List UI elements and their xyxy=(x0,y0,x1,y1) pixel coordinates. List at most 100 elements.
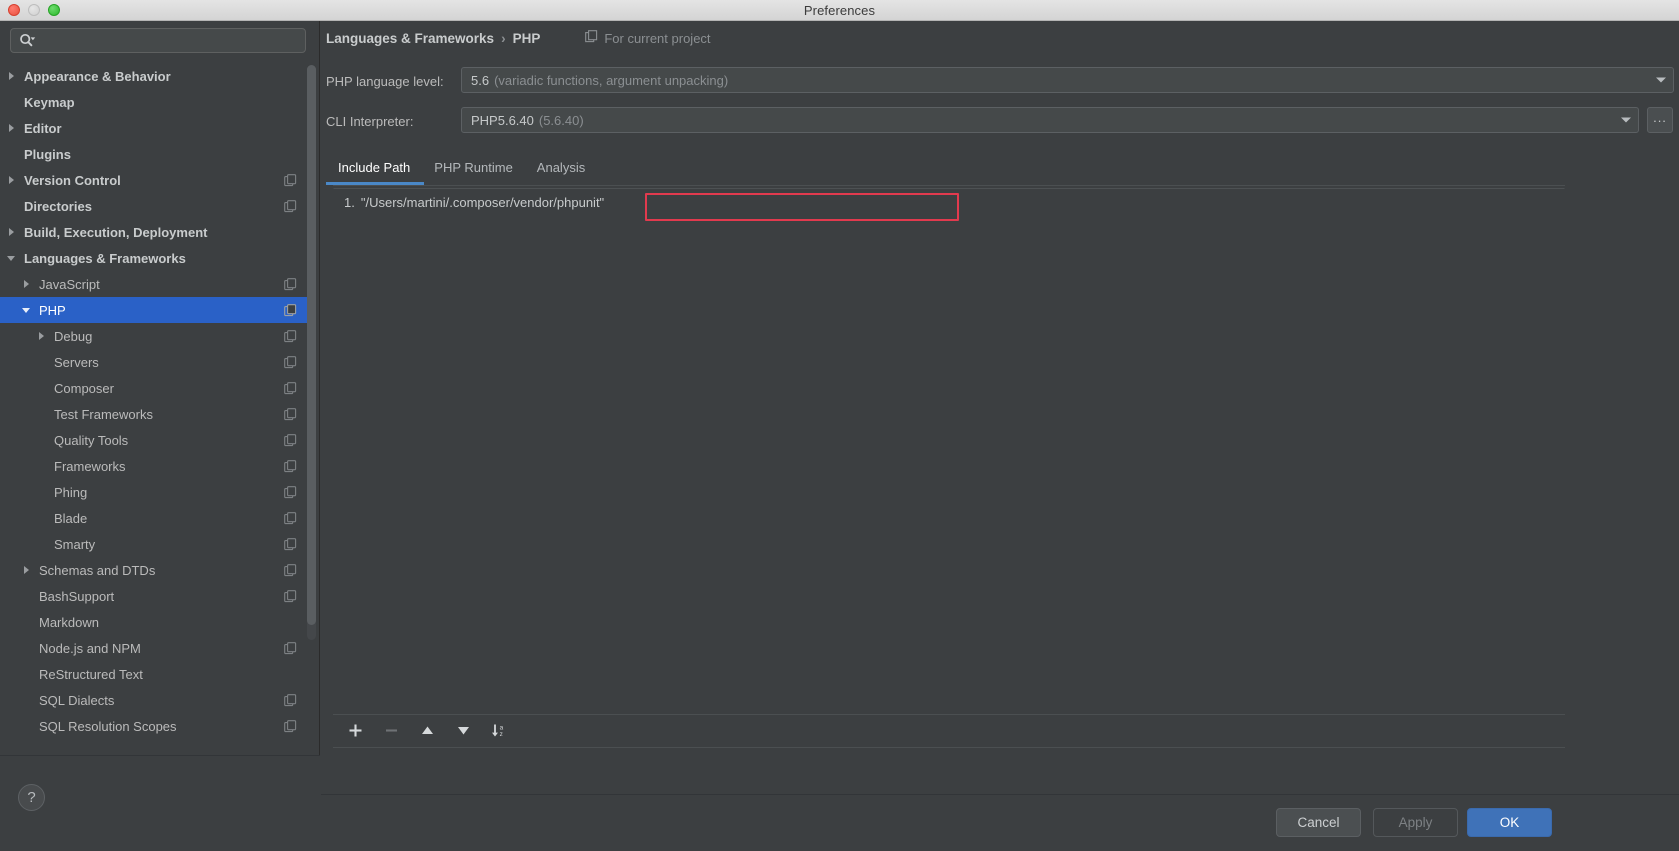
breadcrumb-separator: › xyxy=(501,30,506,46)
sidebar-item-label: Schemas and DTDs xyxy=(39,562,156,578)
breadcrumb-root[interactable]: Languages & Frameworks xyxy=(326,31,494,46)
sidebar-item-javascript[interactable]: JavaScript xyxy=(0,271,311,297)
project-scope-icon xyxy=(284,381,297,395)
move-up-button[interactable] xyxy=(418,721,437,740)
chevron-right-icon[interactable] xyxy=(4,176,18,184)
tab-strip[interactable]: Include Path PHP Runtime Analysis xyxy=(326,153,597,184)
sidebar-scrollbar-thumb[interactable] xyxy=(307,65,316,625)
sidebar-item-markdown[interactable]: Markdown xyxy=(0,609,311,635)
chevron-right-icon[interactable] xyxy=(4,124,18,132)
sidebar-item-test-frameworks[interactable]: Test Frameworks xyxy=(0,401,311,427)
tab-analysis[interactable]: Analysis xyxy=(525,153,597,182)
sidebar-item-label: PHP xyxy=(39,302,66,318)
sidebar-item-schemas-and-dtds[interactable]: Schemas and DTDs xyxy=(0,557,311,583)
project-scope-icon xyxy=(284,589,297,603)
sidebar-item-label: Blade xyxy=(54,510,88,526)
remove-button[interactable] xyxy=(382,721,401,740)
arrow-down-icon xyxy=(458,727,469,735)
sidebar-item-label: Directories xyxy=(24,198,92,214)
chevron-right-icon[interactable] xyxy=(19,566,33,574)
sidebar-item-blade[interactable]: Blade xyxy=(0,505,311,531)
project-scope-icon xyxy=(284,459,297,473)
cli-interpreter-combobox[interactable]: PHP5.6.40 (5.6.40) xyxy=(461,107,1639,133)
sidebar-item-php[interactable]: PHP xyxy=(0,297,311,323)
sidebar-item-bashsupport[interactable]: BashSupport xyxy=(0,583,311,609)
search-input[interactable] xyxy=(36,33,305,48)
ok-button[interactable]: OK xyxy=(1467,808,1552,837)
help-button[interactable]: ? xyxy=(18,784,45,811)
twisty-glyph xyxy=(23,280,29,288)
arrow-up-icon xyxy=(422,726,433,734)
sidebar-item-appearance-behavior[interactable]: Appearance & Behavior xyxy=(0,63,311,89)
sidebar-item-plugins[interactable]: Plugins xyxy=(0,141,311,167)
cli-interpreter-label: CLI Interpreter: xyxy=(326,113,414,129)
tab-panel-divider xyxy=(333,185,1565,186)
sidebar-item-label: Node.js and NPM xyxy=(39,640,141,656)
sidebar-item-languages-frameworks[interactable]: Languages & Frameworks xyxy=(0,245,311,271)
project-scope-icon xyxy=(284,407,297,421)
move-down-button[interactable] xyxy=(454,721,473,740)
sidebar-item-label: Keymap xyxy=(24,94,75,110)
chevron-down-icon[interactable] xyxy=(1656,77,1666,83)
sidebar-item-sql-dialects[interactable]: SQL Dialects xyxy=(0,687,311,713)
sort-button[interactable]: az xyxy=(490,721,509,740)
settings-tree[interactable]: Appearance & Behavior Keymap Editor Plugins… xyxy=(0,63,311,755)
include-path-list[interactable]: 1. "/Users/martini/.composer/vendor/phpun… xyxy=(333,188,1565,715)
sidebar-item-sql-resolution-scopes[interactable]: SQL Resolution Scopes xyxy=(0,713,311,739)
project-scope-icon xyxy=(284,199,297,213)
sidebar-item-servers[interactable]: Servers xyxy=(0,349,311,375)
sidebar-item-restructured-text[interactable]: ReStructured Text xyxy=(0,661,311,687)
chevron-right-icon[interactable] xyxy=(4,228,18,236)
chevron-right-icon[interactable] xyxy=(4,72,18,80)
sidebar-item-phing[interactable]: Phing xyxy=(0,479,311,505)
project-scope-icon xyxy=(284,563,297,577)
sidebar-item-label: Phing xyxy=(54,484,88,500)
sidebar-item-node-js-and-npm[interactable]: Node.js and NPM xyxy=(0,635,311,661)
twisty-glyph xyxy=(8,72,14,80)
chevron-down-icon[interactable] xyxy=(1621,117,1631,123)
sidebar-item-label: Languages & Frameworks xyxy=(24,250,186,266)
chevron-down-icon[interactable] xyxy=(19,307,33,313)
sidebar-item-keymap[interactable]: Keymap xyxy=(0,89,311,115)
toolbar-bottom-divider xyxy=(333,747,1565,748)
svg-text:z: z xyxy=(500,731,503,738)
tab-php-runtime[interactable]: PHP Runtime xyxy=(422,153,525,182)
sidebar-item-debug[interactable]: Debug xyxy=(0,323,311,349)
cli-interpreter-browse-button[interactable]: ... xyxy=(1647,107,1673,133)
tab-label: PHP Runtime xyxy=(434,160,513,175)
project-scope-icon xyxy=(284,693,297,707)
sidebar-item-frameworks[interactable]: Frameworks xyxy=(0,453,311,479)
sidebar-item-label: Build, Execution, Deployment xyxy=(24,224,208,240)
sidebar-item-label: Servers xyxy=(54,354,99,370)
window-titlebar: Preferences xyxy=(0,0,1679,21)
chevron-down-icon[interactable] xyxy=(4,255,18,261)
search-box[interactable] xyxy=(10,28,306,53)
settings-main-pane: Languages & Frameworks › PHP For current… xyxy=(321,21,1679,851)
sidebar-item-smarty[interactable]: Smarty xyxy=(0,531,311,557)
sidebar-item-directories[interactable]: Directories xyxy=(0,193,311,219)
sidebar-item-label: SQL Resolution Scopes xyxy=(39,718,177,734)
language-level-combobox[interactable]: 5.6 (variadic functions, argument unpack… xyxy=(461,67,1674,93)
chevron-right-icon[interactable] xyxy=(34,332,48,340)
apply-button[interactable]: Apply xyxy=(1373,808,1458,837)
cancel-button[interactable]: Cancel xyxy=(1276,808,1361,837)
include-path-value: "/Users/martini/.composer/vendor/phpunit… xyxy=(360,194,605,210)
sidebar-item-editor[interactable]: Editor xyxy=(0,115,311,141)
sidebar-item-build-execution-deployment[interactable]: Build, Execution, Deployment xyxy=(0,219,311,245)
twisty-glyph xyxy=(8,124,14,132)
sidebar-item-label: Markdown xyxy=(39,614,99,630)
include-path-row[interactable]: 1. "/Users/martini/.composer/vendor/phpun… xyxy=(334,189,1564,215)
sidebar-item-composer[interactable]: Composer xyxy=(0,375,311,401)
sidebar-scrollbar-track[interactable] xyxy=(307,65,316,640)
project-scope-icon xyxy=(284,329,297,343)
sidebar-item-quality-tools[interactable]: Quality Tools xyxy=(0,427,311,453)
project-scope-icon xyxy=(284,641,297,655)
minus-icon xyxy=(386,729,397,732)
add-button[interactable] xyxy=(346,721,365,740)
tab-include-path[interactable]: Include Path xyxy=(326,153,422,182)
sidebar-item-version-control[interactable]: Version Control xyxy=(0,167,311,193)
include-path-toolbar[interactable]: az xyxy=(333,715,1565,746)
project-scope-icon xyxy=(284,537,297,551)
sidebar-item-label: Plugins xyxy=(24,146,71,162)
chevron-right-icon[interactable] xyxy=(19,280,33,288)
